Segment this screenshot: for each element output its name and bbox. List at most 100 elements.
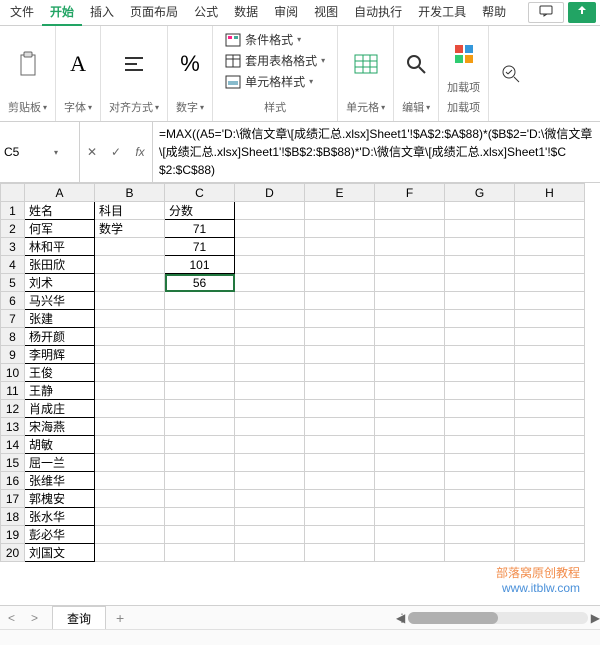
cell-A12[interactable]: 肖成庄 [25,400,95,418]
menu-公式[interactable]: 公式 [186,0,226,26]
cell-G13[interactable] [445,418,515,436]
cell-C13[interactable] [165,418,235,436]
cell-H11[interactable] [515,382,585,400]
cell-A3[interactable]: 林和平 [25,238,95,256]
cell-C14[interactable] [165,436,235,454]
cell-C7[interactable] [165,310,235,328]
cell-B19[interactable] [95,526,165,544]
cell-E9[interactable] [305,346,375,364]
cell-C11[interactable] [165,382,235,400]
column-header-E[interactable]: E [305,184,375,202]
cell-G9[interactable] [445,346,515,364]
menu-开始[interactable]: 开始 [42,0,82,26]
cell-F1[interactable] [375,202,445,220]
cell-B9[interactable] [95,346,165,364]
name-box[interactable]: ▾ [0,122,80,182]
cell-B7[interactable] [95,310,165,328]
cell-G16[interactable] [445,472,515,490]
tab-prev-button[interactable]: < [0,611,23,625]
cell-H18[interactable] [515,508,585,526]
row-header-19[interactable]: 19 [1,526,25,544]
tab-next-button[interactable]: > [23,611,46,625]
cell-C12[interactable] [165,400,235,418]
cell-B2[interactable]: 数学 [95,220,165,238]
cell-F7[interactable] [375,310,445,328]
cell-C1[interactable]: 分数 [165,202,235,220]
cell-A5[interactable]: 刘术 [25,274,95,292]
cell-H6[interactable] [515,292,585,310]
cell-D20[interactable] [235,544,305,562]
cell-E3[interactable] [305,238,375,256]
row-header-6[interactable]: 6 [1,292,25,310]
cell-A15[interactable]: 屈一兰 [25,454,95,472]
cell-E14[interactable] [305,436,375,454]
cell-A7[interactable]: 张建 [25,310,95,328]
column-header-C[interactable]: C [165,184,235,202]
spreadsheet-grid[interactable]: ABCDEFGH 1姓名科目分数2何军数学713林和平714张田欣1015刘术5… [0,183,585,562]
cell-F3[interactable] [375,238,445,256]
cell-E12[interactable] [305,400,375,418]
cell-A8[interactable]: 杨开颜 [25,328,95,346]
cell-C17[interactable] [165,490,235,508]
cell-A10[interactable]: 王俊 [25,364,95,382]
row-header-9[interactable]: 9 [1,346,25,364]
cell-D4[interactable] [235,256,305,274]
cell-C19[interactable] [165,526,235,544]
cell-H12[interactable] [515,400,585,418]
row-header-8[interactable]: 8 [1,328,25,346]
ribbon-clipboard[interactable]: 剪贴板▾ [0,26,56,121]
cell-G2[interactable] [445,220,515,238]
share-button[interactable] [568,2,596,23]
row-header-16[interactable]: 16 [1,472,25,490]
row-header-14[interactable]: 14 [1,436,25,454]
cell-C15[interactable] [165,454,235,472]
cell-F14[interactable] [375,436,445,454]
cell-H13[interactable] [515,418,585,436]
cell-G8[interactable] [445,328,515,346]
row-header-3[interactable]: 3 [1,238,25,256]
cell-D1[interactable] [235,202,305,220]
horizontal-scroll-thumb[interactable] [408,612,498,624]
cell-A16[interactable]: 张维华 [25,472,95,490]
row-header-7[interactable]: 7 [1,310,25,328]
cell-E1[interactable] [305,202,375,220]
row-header-12[interactable]: 12 [1,400,25,418]
menu-开发工具[interactable]: 开发工具 [410,0,474,26]
cell-G20[interactable] [445,544,515,562]
cell-A6[interactable]: 马兴华 [25,292,95,310]
cell-D3[interactable] [235,238,305,256]
cell-G5[interactable] [445,274,515,292]
cell-D14[interactable] [235,436,305,454]
cell-F15[interactable] [375,454,445,472]
comment-button[interactable] [528,2,564,23]
cell-C5[interactable]: 56 [165,274,235,292]
cell-A1[interactable]: 姓名 [25,202,95,220]
cell-G3[interactable] [445,238,515,256]
cell-F6[interactable] [375,292,445,310]
cell-A14[interactable]: 胡敏 [25,436,95,454]
cell-H19[interactable] [515,526,585,544]
sheet-tab-active[interactable]: 查询 [52,606,106,630]
cell-A9[interactable]: 李明辉 [25,346,95,364]
cell-F10[interactable] [375,364,445,382]
ribbon-edit[interactable]: 编辑▾ [394,26,439,121]
cell-A20[interactable]: 刘国文 [25,544,95,562]
cell-E7[interactable] [305,310,375,328]
cell-style-button[interactable]: 单元格样式 ▾ [221,72,329,91]
cell-E8[interactable] [305,328,375,346]
ribbon-addin[interactable]: 加载项 加载项 [439,26,489,121]
column-header-B[interactable]: B [95,184,165,202]
cell-E15[interactable] [305,454,375,472]
cell-G11[interactable] [445,382,515,400]
cell-A11[interactable]: 王静 [25,382,95,400]
cell-C10[interactable] [165,364,235,382]
ribbon-font[interactable]: A 字体▾ [56,26,101,121]
cell-E20[interactable] [305,544,375,562]
column-header-F[interactable]: F [375,184,445,202]
cell-G4[interactable] [445,256,515,274]
cell-D8[interactable] [235,328,305,346]
row-header-5[interactable]: 5 [1,274,25,292]
cell-E18[interactable] [305,508,375,526]
cell-B8[interactable] [95,328,165,346]
cell-B16[interactable] [95,472,165,490]
